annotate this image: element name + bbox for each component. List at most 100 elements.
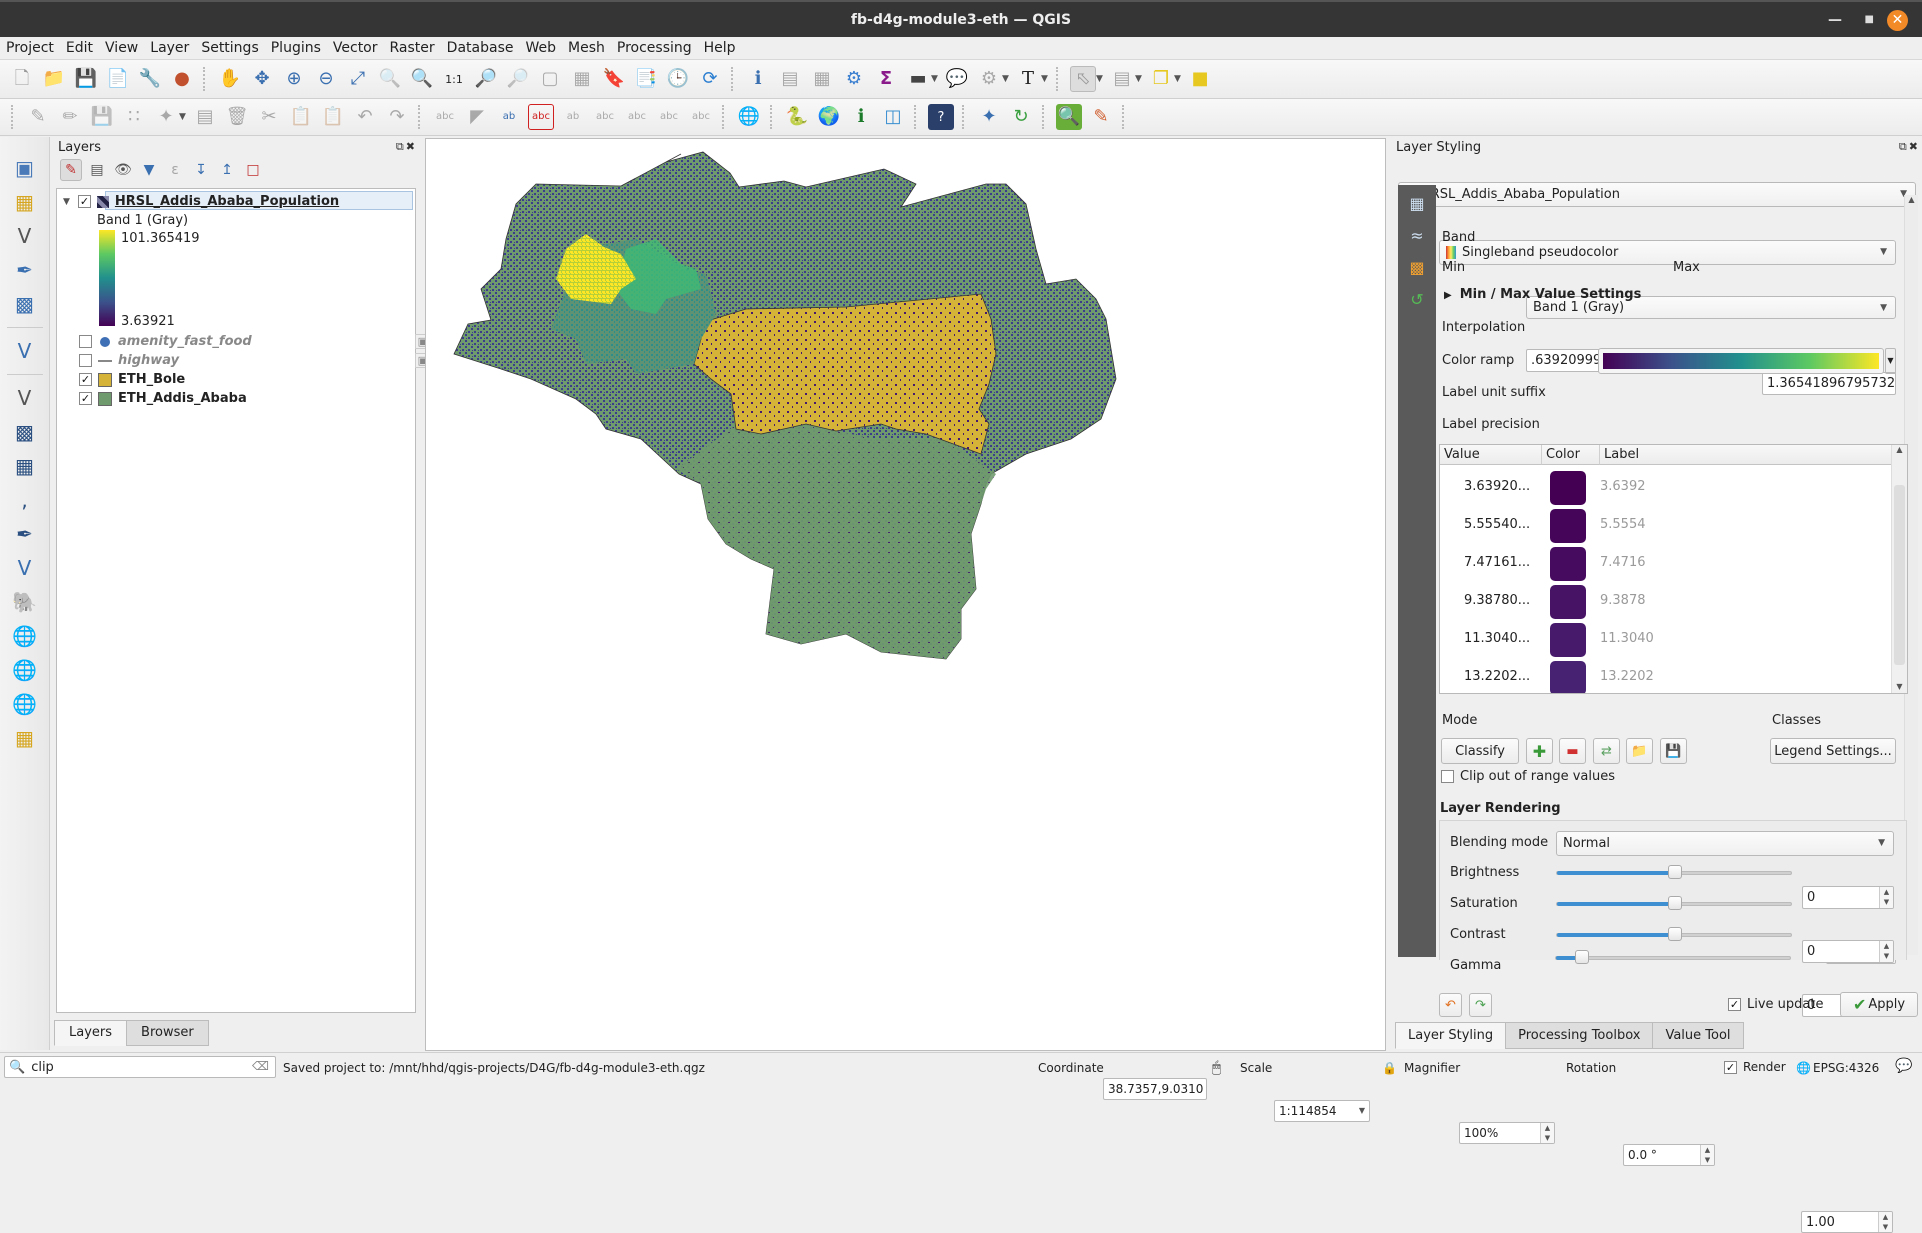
legend-settings-button[interactable]: Legend Settings...	[1770, 738, 1896, 764]
render-checkbox-box[interactable]: ✓	[1724, 1060, 1737, 1074]
color-class-row[interactable]: 7.47161... 7.4716	[1440, 545, 1880, 583]
add-raster-layer-icon[interactable]: ▩	[10, 418, 40, 446]
color-class-row[interactable]: 5.55540... 5.5554	[1440, 507, 1880, 545]
toolbar-grip[interactable]	[418, 105, 424, 129]
collapse-all-icon[interactable]: ↥	[216, 159, 238, 181]
remove-layer-icon[interactable]: □	[242, 159, 264, 181]
tab-processing-toolbox[interactable]: Processing Toolbox	[1505, 1022, 1654, 1049]
add-gps-layer-icon[interactable]: ✒	[10, 520, 40, 548]
zoom-native-icon[interactable]: 1:1	[441, 66, 467, 92]
live-update-checkbox[interactable]: ✓ Live update	[1728, 997, 1823, 1012]
data-source-manager-icon[interactable]: ▣	[10, 154, 40, 182]
layer-name[interactable]: ETH_Bole	[118, 372, 185, 387]
layer-visibility-checkbox[interactable]: ✓	[79, 392, 92, 405]
toolbar-grip[interactable]	[914, 105, 920, 129]
open-project-icon[interactable]: 📁	[41, 66, 67, 92]
measure-line-icon[interactable]: ▬	[905, 66, 931, 92]
spin-arrows[interactable]: ▲▼	[1878, 1212, 1892, 1232]
locator-search-input[interactable]: 🔍 clip ⌫	[4, 1056, 276, 1078]
live-update-checkbox-box[interactable]: ✓	[1728, 998, 1741, 1011]
show-unplaced-labels-icon[interactable]: abc	[528, 104, 554, 130]
layer-styling-icon[interactable]: ✎	[60, 159, 82, 181]
new-3d-map-icon[interactable]: ▦	[569, 66, 595, 92]
crs-button[interactable]: EPSG:4326	[1813, 1061, 1879, 1075]
eth-bole-polygon[interactable]	[693, 293, 997, 455]
add-vector-tile-layer-icon[interactable]: 🌐	[10, 690, 40, 718]
class-label[interactable]: 13.2202	[1600, 669, 1654, 684]
refresh-icon[interactable]: ⟳	[697, 66, 723, 92]
show-hide-labels-icon[interactable]: abc	[592, 104, 618, 130]
select-value-dropdown[interactable]: ▼	[1135, 74, 1145, 84]
toolbar-grip[interactable]	[731, 67, 737, 91]
layer-name[interactable]: HRSL_Addis_Ababa_Population	[115, 194, 339, 209]
toolbar-grip[interactable]	[1042, 105, 1048, 129]
class-color-swatch[interactable]	[1550, 547, 1586, 581]
add-virtual-layer-icon[interactable]: V	[10, 554, 40, 582]
float-panel-icon[interactable]: ⧉	[1899, 140, 1909, 153]
class-label[interactable]: 11.3040	[1600, 631, 1654, 646]
new-temporary-layer-icon[interactable]: ▩	[10, 290, 40, 318]
max-input[interactable]: 1.365418967957325	[1762, 372, 1896, 395]
minimize-button[interactable]: —	[1828, 11, 1842, 29]
layer-item-hrsl[interactable]: ▼ ✓ HRSL_Addis_Ababa_Population	[63, 192, 421, 211]
history-tab-icon[interactable]: ↺	[1402, 285, 1432, 313]
delete-selected-icon[interactable]: 🗑	[224, 104, 250, 130]
redo-style-button[interactable]: ↷	[1469, 993, 1492, 1017]
spin-arrows[interactable]: ▲▼	[1540, 1123, 1554, 1143]
class-label[interactable]: 9.3878	[1600, 593, 1646, 608]
minmax-settings-toggle[interactable]: ▶ Min / Max Value Settings	[1444, 287, 1641, 302]
zoom-to-selection-icon[interactable]: 🔍	[377, 66, 403, 92]
magnifier-spinbox[interactable]: 100% ▲ ▼	[1459, 1122, 1555, 1144]
class-value[interactable]: 9.38780...	[1464, 593, 1530, 608]
layer-name[interactable]: amenity_fast_food	[118, 334, 252, 349]
select-features-icon[interactable]: ⬁	[1070, 66, 1096, 92]
spin-arrows[interactable]: ▲▼	[1700, 1145, 1714, 1165]
quick-search-icon[interactable]: 🔍	[1056, 104, 1082, 130]
move-label-icon[interactable]: abc	[624, 104, 650, 130]
vertex-tool-icon[interactable]: ✦	[153, 104, 179, 130]
globe-icon[interactable]: 🌍	[816, 104, 842, 130]
color-ramp-dropdown[interactable]: ▼	[1885, 348, 1896, 374]
toggle-extents-mouse-icon[interactable]: 🖱	[1212, 1058, 1221, 1076]
temporal-controller-icon[interactable]: 🕒	[665, 66, 691, 92]
layer-select-combo[interactable]: HRSL_Addis_Ababa_Population ▼	[1398, 182, 1916, 207]
new-scratch-layer-icon[interactable]: ✒	[10, 256, 40, 284]
layer-item-eth-addis[interactable]: ✓ ETH_Addis_Ababa	[79, 389, 437, 408]
menu-view[interactable]: View	[99, 37, 144, 56]
scale-combo[interactable]: 1:114854 ▼	[1274, 1100, 1370, 1122]
slider-handle[interactable]	[1574, 950, 1589, 964]
float-panel-icon[interactable]: ⧉	[396, 140, 406, 153]
deselect-all-icon[interactable]: ❐	[1148, 66, 1174, 92]
add-wms-layer-icon[interactable]: 🌐	[10, 622, 40, 650]
georeferencer-icon[interactable]: ✦	[976, 104, 1002, 130]
new-virtual-layer-icon[interactable]: V	[10, 337, 40, 365]
layer-name[interactable]: highway	[118, 353, 179, 368]
class-label[interactable]: 3.6392	[1600, 479, 1646, 494]
class-value[interactable]: 5.55540...	[1464, 517, 1530, 532]
pan-to-selection-icon[interactable]: ✥	[249, 66, 275, 92]
messages-icon[interactable]: 💬	[1895, 1058, 1912, 1074]
crs-globe-icon[interactable]: 🌐	[1796, 1061, 1811, 1075]
menu-project[interactable]: Project	[0, 37, 60, 56]
filter-legend-icon[interactable]: ▼	[138, 159, 160, 181]
color-class-row[interactable]: 13.2202... 13.2202	[1440, 659, 1880, 693]
osm-search-icon[interactable]: 🌐	[736, 104, 762, 130]
annotation-dropdown[interactable]: ▼	[1041, 74, 1051, 84]
pan-hand-icon[interactable]: ✋	[217, 66, 243, 92]
run-action-icon[interactable]: ⚙	[976, 66, 1002, 92]
menu-plugins[interactable]: Plugins	[265, 37, 327, 56]
layer-item-highway[interactable]: highway ▣	[79, 351, 437, 370]
symbology-tab-icon[interactable]: ▦	[1402, 189, 1432, 217]
class-color-swatch[interactable]	[1550, 661, 1586, 693]
layer-visibility-checkbox[interactable]: ✓	[77, 195, 91, 208]
apply-button[interactable]: ✔ Apply	[1840, 992, 1918, 1017]
map-styling-plugin-icon[interactable]: ✎	[1088, 104, 1114, 130]
new-map-view-icon[interactable]: ▢	[537, 66, 563, 92]
undo-style-button[interactable]: ↶	[1439, 993, 1462, 1017]
layer-name[interactable]: ETH_Addis_Ababa	[118, 391, 247, 406]
spin-arrows[interactable]: ▲▼	[1879, 887, 1893, 908]
style-manager-icon[interactable]: ●	[169, 66, 195, 92]
redo-icon[interactable]: ↷	[384, 104, 410, 130]
add-group-icon[interactable]: ▤	[86, 159, 108, 181]
slider-handle[interactable]	[1668, 865, 1682, 879]
